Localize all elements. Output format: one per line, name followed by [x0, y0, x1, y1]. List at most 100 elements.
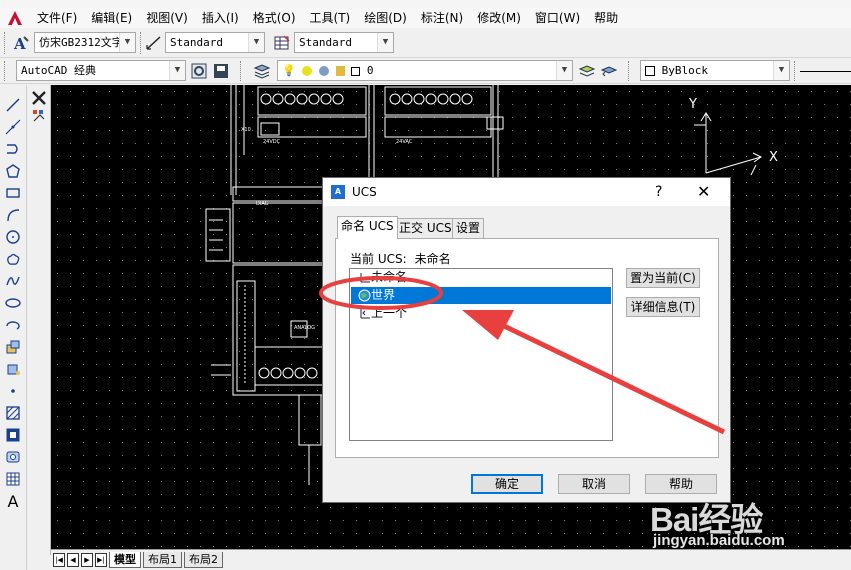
dim-style-select[interactable]: Standard ▼	[165, 32, 265, 53]
last-tab-button[interactable]: ▶|	[95, 553, 107, 567]
menu-file[interactable]: 文件(F)	[30, 8, 84, 28]
snap-none-icon[interactable]	[30, 89, 48, 107]
named-ucs-panel: 当前 UCS: 未命名 未命名 世界 上一个 置为当前(C) 详细信息(T)	[335, 238, 719, 458]
snap-settings-icon[interactable]	[30, 107, 48, 125]
object-snap-toolbar	[27, 85, 51, 555]
tab-model[interactable]: 模型	[109, 552, 141, 568]
styles-toolbar: A 仿宋GB2312文字 ▼ Standard ▼ Standard ▼	[0, 28, 851, 58]
table-style-select[interactable]: Standard ▼	[294, 32, 394, 53]
menu-edit[interactable]: 编辑(E)	[84, 8, 139, 28]
line-icon[interactable]	[3, 95, 23, 115]
help-button[interactable]: 帮助	[645, 474, 717, 494]
polygon-icon[interactable]	[3, 161, 23, 181]
layer-color-swatch	[351, 66, 361, 76]
workspace-select[interactable]: AutoCAD 经典 ▼	[16, 60, 186, 81]
workspace-settings-icon[interactable]	[190, 62, 208, 80]
toolbar-grip[interactable]	[794, 61, 797, 81]
make-current-layer-icon[interactable]	[578, 62, 596, 80]
menu-view[interactable]: 视图(V)	[139, 8, 195, 28]
arc-icon[interactable]	[3, 205, 23, 225]
lightbulb-icon: 💡	[282, 64, 296, 77]
ucs-x-label: X	[769, 150, 778, 165]
ellipse-arc-icon[interactable]	[3, 315, 23, 335]
text-style-value: 仿宋GB2312文字	[39, 36, 123, 49]
menu-insert[interactable]: 插入(I)	[195, 8, 246, 28]
dim-style-icon[interactable]	[145, 34, 163, 52]
set-current-button[interactable]: 置为当前(C)	[626, 268, 700, 288]
multiline-text-icon[interactable]: A	[3, 491, 23, 511]
next-tab-button[interactable]: ▶	[81, 553, 93, 567]
first-tab-button[interactable]: |◀	[53, 553, 65, 567]
menu-modify[interactable]: 修改(M)	[470, 8, 528, 28]
menu-format[interactable]: 格式(O)	[246, 8, 303, 28]
layout-tab-bar: |◀ ◀ ▶ ▶| 模型 布局1 布局2	[51, 549, 851, 570]
construction-line-icon[interactable]	[3, 117, 23, 137]
chevron-down-icon: ▼	[377, 33, 393, 52]
chevron-down-icon: ▼	[169, 61, 185, 80]
svg-text:X10: X10	[241, 127, 251, 133]
list-item[interactable]: 上一个	[351, 305, 611, 322]
dialog-title: UCS	[352, 185, 377, 199]
polyline-icon[interactable]	[3, 139, 23, 159]
rectangle-icon[interactable]	[3, 183, 23, 203]
details-button[interactable]: 详细信息(T)	[626, 297, 700, 317]
gradient-icon[interactable]	[3, 425, 23, 445]
table-style-icon[interactable]	[273, 34, 291, 52]
ellipse-icon[interactable]	[3, 293, 23, 313]
toolbar-grip[interactable]	[4, 61, 7, 81]
layers-toolbar: AutoCAD 经典 ▼ 💡 0 ▼ ByBlock ▼	[0, 58, 851, 84]
current-ucs-value: 未命名	[414, 252, 451, 266]
tab-settings[interactable]: 设置	[452, 218, 485, 238]
ok-button[interactable]: 确定	[471, 474, 543, 494]
toolbar-grip[interactable]	[240, 61, 243, 81]
globe-icon	[358, 289, 371, 302]
menu-tools[interactable]: 工具(T)	[303, 8, 358, 28]
text-style-icon[interactable]: A	[12, 34, 30, 53]
tab-layout1[interactable]: 布局1	[143, 552, 182, 568]
dim-style-value: Standard	[170, 36, 223, 49]
list-item-selected[interactable]: 世界	[351, 287, 611, 304]
spline-icon[interactable]	[3, 271, 23, 291]
dialog-title-bar[interactable]: A UCS	[323, 178, 730, 206]
color-select[interactable]: ByBlock ▼	[640, 60, 790, 81]
table-icon[interactable]	[3, 469, 23, 489]
tab-orthographic-ucs[interactable]: 正交 UCS	[395, 218, 456, 238]
ucs-axes-icon	[360, 273, 370, 283]
menu-draw[interactable]: 绘图(D)	[357, 8, 414, 28]
ucs-y-label: Y	[688, 97, 697, 112]
menu-dimension[interactable]: 标注(N)	[414, 8, 470, 28]
autocad-app-icon[interactable]	[6, 9, 24, 27]
layer-select[interactable]: 💡 0 ▼	[277, 60, 573, 81]
chevron-down-icon: ▼	[556, 61, 572, 80]
insert-block-icon[interactable]	[3, 337, 23, 357]
color-value: ByBlock	[661, 64, 708, 77]
toolbar-grip[interactable]	[140, 32, 143, 54]
make-block-icon[interactable]	[3, 359, 23, 379]
list-item-label: 未命名	[371, 270, 408, 284]
layer-manager-icon[interactable]	[253, 62, 271, 80]
ucs-list[interactable]: 未命名 世界 上一个	[349, 268, 613, 441]
revision-cloud-icon[interactable]	[3, 249, 23, 269]
help-question-button[interactable]: ?	[655, 184, 662, 200]
tab-layout2[interactable]: 布局2	[184, 552, 223, 568]
current-ucs-row: 当前 UCS: 未命名	[350, 250, 451, 267]
prev-tab-button[interactable]: ◀	[67, 553, 79, 567]
circle-icon[interactable]	[3, 227, 23, 247]
workspace-save-icon[interactable]	[212, 62, 230, 80]
linetype-preview[interactable]	[800, 71, 851, 72]
region-icon[interactable]	[3, 447, 23, 467]
menu-window[interactable]: 窗口(W)	[528, 8, 587, 28]
cancel-button[interactable]: 取消	[558, 474, 630, 494]
hatch-icon[interactable]	[3, 403, 23, 423]
toolbar-grip[interactable]	[628, 61, 631, 81]
close-icon[interactable]: ✕	[697, 182, 710, 201]
tab-named-ucs[interactable]: 命名 UCS	[337, 216, 398, 239]
layer-previous-icon[interactable]	[600, 62, 618, 80]
menu-help[interactable]: 帮助	[587, 8, 625, 28]
list-item[interactable]: 未命名	[351, 269, 611, 286]
color-swatch	[645, 66, 655, 76]
toolbar-grip[interactable]	[4, 32, 7, 54]
point-icon[interactable]	[3, 381, 23, 401]
text-style-select[interactable]: 仿宋GB2312文字 ▼	[34, 32, 136, 53]
title-bar	[0, 0, 851, 8]
